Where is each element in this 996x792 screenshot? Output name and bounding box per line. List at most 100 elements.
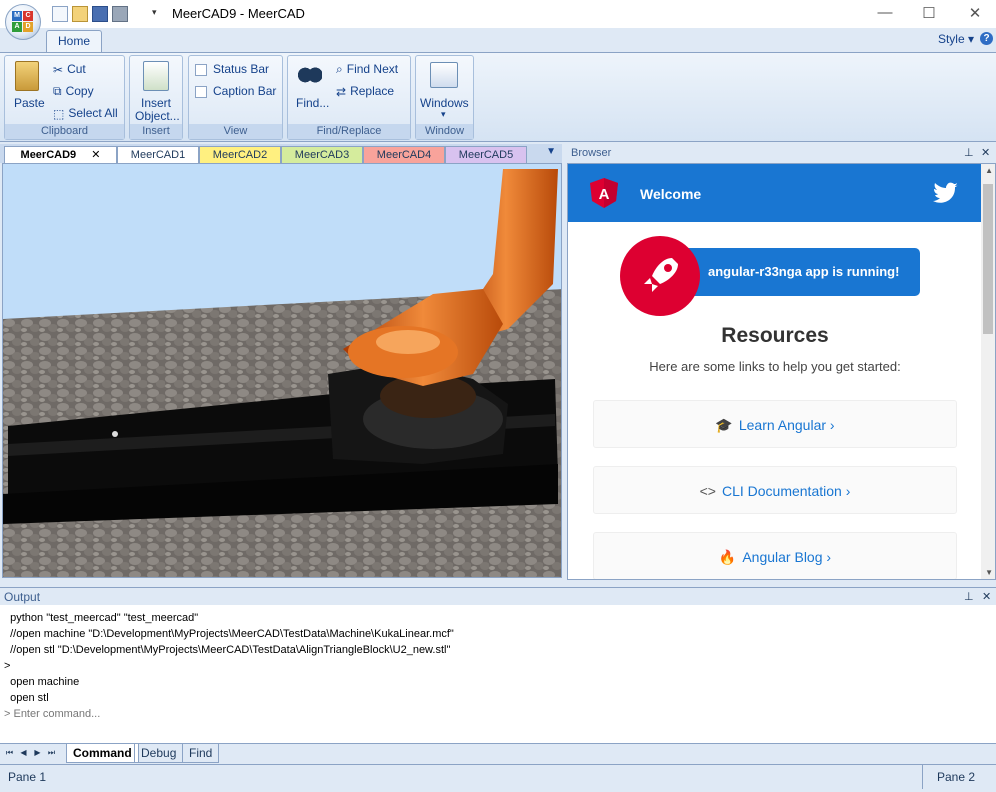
learn-angular-card[interactable]: 🎓 Learn Angular › (593, 400, 957, 448)
cli-documentation-card[interactable]: <> CLI Documentation › (593, 466, 957, 514)
next-tab-button[interactable]: ▶ (32, 747, 43, 759)
output-tab-strip: ⏮ ◀ ▶ ⏭ Command Debug Find (0, 743, 996, 763)
chevron-right-icon: › (829, 417, 835, 433)
doc-tab-meercad5[interactable]: MeerCAD5 (445, 146, 527, 163)
insert-object-icon (143, 61, 169, 91)
svg-text:A: A (599, 186, 610, 203)
window-group-label: Window (416, 124, 473, 139)
doc-tab-meercad4[interactable]: MeerCAD4 (363, 146, 445, 163)
replace-button[interactable]: ⇄ Replace (336, 84, 394, 99)
ribbon-tab-strip: Home Style ▾ ? (0, 28, 996, 52)
find-button[interactable]: Find... (296, 96, 329, 110)
3d-viewport[interactable] (2, 163, 562, 578)
robot-scene (3, 164, 561, 577)
clipboard-group-label: Clipboard (5, 124, 124, 139)
tab-home[interactable]: Home (46, 30, 102, 52)
prev-tab-button[interactable]: ◀ (18, 747, 29, 759)
customize-qat-dropdown[interactable]: ▾ (152, 7, 157, 18)
open-folder-icon[interactable] (72, 6, 88, 22)
quick-access-toolbar (52, 6, 128, 22)
output-pane-header: Output ⊥ ✕ (0, 587, 996, 605)
output-line: open stl (4, 692, 49, 704)
application-menu-button[interactable]: M C A D (5, 4, 41, 40)
output-line: //open machine "D:\Development\MyProject… (4, 628, 454, 640)
insert-object-button-line2[interactable]: Object... (135, 109, 180, 123)
output-console[interactable]: python "test_meercad" "test_meercad" //o… (0, 605, 996, 743)
first-tab-button[interactable]: ⏮ (4, 747, 15, 759)
select-all-button[interactable]: ⬚ Select All (53, 106, 118, 121)
windows-icon (430, 62, 458, 88)
copy-icon: ⧉ (53, 84, 62, 99)
rocket-icon (620, 236, 700, 316)
status-pane-2: Pane 2 (922, 765, 996, 789)
close-window-button[interactable]: ✕ (960, 4, 990, 22)
doc-tab-meercad3[interactable]: MeerCAD3 (281, 146, 363, 163)
close-tab-icon[interactable]: ✕ (91, 149, 100, 161)
tab-find[interactable]: Find (182, 744, 220, 763)
minimize-button[interactable]: — (870, 4, 900, 21)
output-line: python "test_meercad" "test_meercad" (4, 612, 199, 624)
browser-scroll-thumb[interactable] (983, 184, 993, 334)
title-bar: ▾ MeerCAD9 - MeerCAD — ☐ ✕ (0, 0, 996, 28)
scroll-up-arrow[interactable]: ▲ (985, 166, 993, 175)
tab-debug[interactable]: Debug (134, 744, 184, 763)
last-tab-button[interactable]: ⏭ (46, 747, 57, 759)
paste-button[interactable]: Paste (14, 96, 45, 110)
window-group: Windows ▾ Window (415, 55, 474, 140)
welcome-label: Welcome (640, 186, 702, 202)
resources-title: Resources (721, 324, 829, 347)
pin-icon[interactable]: ⊥ (964, 144, 974, 162)
angular-blog-card[interactable]: 🔥 Angular Blog › (593, 532, 957, 579)
insert-object-button[interactable]: Insert (141, 96, 171, 110)
find-next-button[interactable]: ⌕ Find Next (336, 62, 398, 77)
ribbon: Paste ✂ Cut ⧉ Copy ⬚ Select All Clipboard I… (0, 52, 996, 142)
window-title: MeerCAD9 - MeerCAD (172, 6, 305, 21)
close-output-pane-button[interactable]: ✕ (982, 588, 991, 606)
find-replace-group: Find... ⌕ Find Next ⇄ Replace Find/Replace (287, 55, 411, 140)
insert-group-label: Insert (130, 124, 182, 139)
paste-icon (15, 61, 39, 91)
browser-scrollbar[interactable]: ▲ ▼ (981, 164, 995, 579)
select-all-icon: ⬚ (53, 106, 65, 121)
caption-bar-checkbox[interactable]: Caption Bar (195, 84, 276, 98)
scissors-icon: ✂ (53, 62, 64, 77)
tab-command[interactable]: Command (66, 744, 139, 763)
pin-icon[interactable]: ⊥ (964, 588, 974, 606)
browser-pane-header: Browser ⊥ ✕ (567, 144, 996, 162)
chevron-right-icon: › (826, 549, 832, 565)
view-group-label: View (189, 124, 282, 139)
tabs-list-dropdown[interactable]: ▼ (546, 146, 556, 157)
scroll-down-arrow[interactable]: ▼ (985, 568, 993, 577)
maximize-button[interactable]: ☐ (914, 4, 944, 22)
close-browser-pane-button[interactable]: ✕ (981, 144, 990, 162)
clipboard-group: Paste ✂ Cut ⧉ Copy ⬚ Select All Clipboard (4, 55, 125, 140)
status-bar-checkbox[interactable]: Status Bar (195, 62, 269, 76)
windows-button[interactable]: Windows (420, 96, 469, 110)
output-line: open machine (4, 676, 80, 688)
twitter-icon[interactable] (933, 182, 959, 204)
view-group: Status Bar Caption Bar View (188, 55, 283, 140)
help-icon[interactable]: ? (980, 32, 993, 45)
output-line: > (4, 660, 11, 672)
flame-icon: 🔥 (718, 549, 737, 565)
doc-tab-meercad1[interactable]: MeerCAD1 (117, 146, 199, 163)
windows-dropdown-arrow[interactable]: ▾ (441, 109, 446, 120)
print-icon[interactable] (112, 6, 128, 22)
find-next-icon: ⌕ (336, 62, 343, 77)
resources-subtitle: Here are some links to help you get star… (649, 359, 901, 374)
doc-tab-meercad9[interactable]: MeerCAD9 ✕ (4, 146, 117, 163)
output-line: //open stl "D:\Development\MyProjects\Me… (4, 644, 451, 656)
angular-header: A Welcome (568, 164, 982, 222)
chevron-right-icon: › (845, 483, 851, 499)
copy-button[interactable]: ⧉ Copy (53, 84, 94, 99)
cut-button[interactable]: ✂ Cut (53, 62, 86, 77)
code-icon: <> (699, 483, 716, 499)
binoculars-icon (298, 63, 322, 87)
command-input[interactable]: > Enter command... (4, 706, 996, 722)
new-file-icon[interactable] (52, 6, 68, 22)
style-menu[interactable]: Style ▾ (938, 32, 974, 46)
output-pane-title: Output (4, 590, 41, 604)
find-replace-group-label: Find/Replace (288, 124, 410, 139)
save-icon[interactable] (92, 6, 108, 22)
doc-tab-meercad2[interactable]: MeerCAD2 (199, 146, 281, 163)
